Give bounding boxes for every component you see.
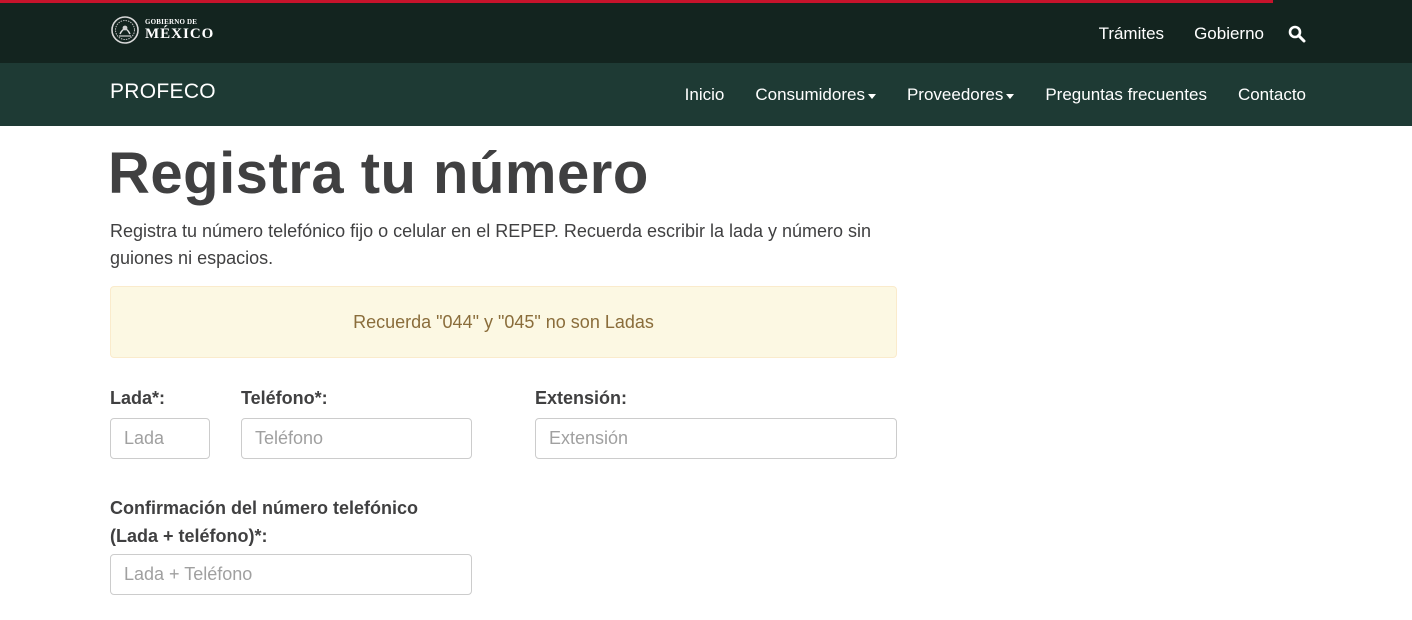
nav-item-label: Proveedores [906, 85, 1004, 104]
intro-text: Registra tu número telefónico fijo o cel… [110, 221, 872, 268]
nav-item-label: Preguntas frecuentes [1045, 85, 1207, 104]
accent-red-line [0, 0, 1273, 3]
nav-item-consumidores[interactable]: Consumidores [755, 85, 876, 105]
telefono-label: Teléfono*: [241, 388, 328, 408]
lada-input[interactable] [110, 418, 210, 459]
logo-line-1: GOBIERNO DE [145, 17, 198, 26]
site-navbar: PROFECO Inicio Consumidores Proveedores … [0, 63, 1412, 126]
government-header: GOBIERNO DE MÉXICO Trámites Gobierno [0, 0, 1412, 63]
government-links: Trámites Gobierno [1069, 20, 1308, 48]
confirm-phone-input[interactable] [110, 554, 472, 595]
nav-item-proveedores[interactable]: Proveedores [906, 85, 1015, 105]
extension-input[interactable] [535, 418, 897, 459]
brand-profeco[interactable]: PROFECO [110, 80, 216, 104]
nav-item-preguntas-frecuentes[interactable]: Preguntas frecuentes [1045, 85, 1207, 105]
nav-item-label: Consumidores [755, 85, 865, 104]
extension-label: Extensión: [535, 388, 628, 408]
search-icon [1288, 25, 1306, 43]
telefono-input[interactable] [241, 418, 472, 459]
warning-alert: Recuerda "044" y "045" no son Ladas [110, 286, 897, 358]
caret-down-icon [1006, 93, 1015, 99]
confirm-label-line-2: (Lada + teléfono)*: [110, 526, 268, 546]
nav-item-inicio[interactable]: Inicio [685, 85, 725, 105]
logo-line-2: MÉXICO [145, 25, 215, 42]
national-seal-icon [111, 16, 139, 44]
page-title: Registra tu número [108, 141, 649, 206]
nav-item-contacto[interactable]: Contacto [1238, 85, 1306, 105]
search-button[interactable] [1286, 23, 1308, 45]
main-navigation: Inicio Consumidores Proveedores Pregunta… [654, 85, 1306, 105]
alert-text: Recuerda "044" y "045" no son Ladas [353, 311, 654, 332]
caret-down-icon [867, 93, 876, 99]
gobierno-de-mexico-logo[interactable]: GOBIERNO DE MÉXICO [110, 14, 214, 46]
confirm-label-line-1: Confirmación del número telefónico [110, 498, 419, 518]
nav-item-label: Inicio [684, 85, 725, 104]
nav-item-label: Contacto [1237, 85, 1306, 104]
lada-label: Lada*: [110, 388, 166, 408]
confirm-label: Confirmación del número telefónico (Lada… [110, 494, 418, 550]
link-tramites[interactable]: Trámites [1099, 24, 1165, 44]
link-gobierno[interactable]: Gobierno [1194, 24, 1264, 44]
